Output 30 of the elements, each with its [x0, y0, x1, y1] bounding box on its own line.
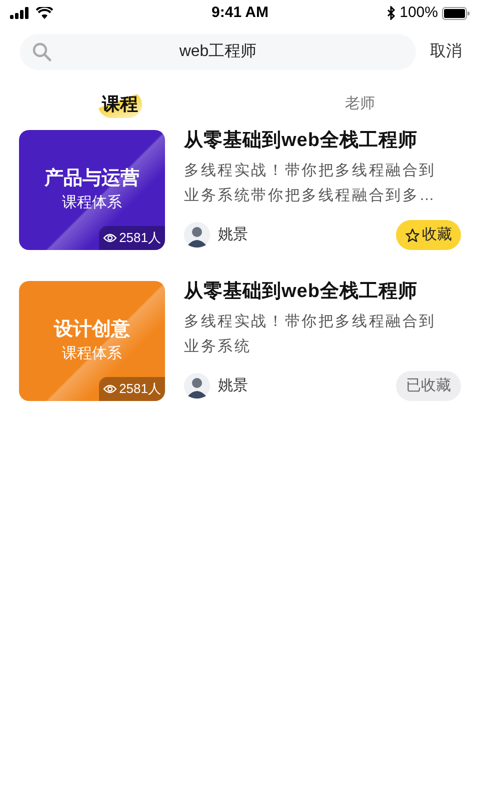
- cover-title: 产品与运营: [44, 166, 140, 191]
- cover-title: 设计创意: [54, 318, 130, 342]
- bluetooth-icon: [386, 6, 396, 20]
- course-description: 多线程实战！带你把多线程融合到 业务系统: [184, 312, 437, 357]
- course-cover[interactable]: 产品与运营 课程体系 2581人: [19, 130, 165, 250]
- avatar-icon: [184, 222, 210, 248]
- tab[interactable]: 老师: [345, 92, 375, 116]
- teacher-name: 姚景: [218, 224, 248, 245]
- view-count: 2581人: [119, 229, 161, 248]
- course-title[interactable]: 从零基础到web全栈工程师: [184, 130, 461, 152]
- status-time: 9:41 AM: [212, 2, 268, 23]
- search-field[interactable]: web工程师: [20, 34, 416, 70]
- search-icon: [32, 42, 52, 62]
- teacher-name: 姚景: [218, 376, 248, 396]
- avatar-icon: [184, 373, 210, 399]
- course-title[interactable]: 从零基础到web全栈工程师: [184, 281, 461, 303]
- course-description: 多线程实战！带你把多线程融合到 业务系统带你把多线程融合到多…: [184, 161, 437, 206]
- cover-subtitle: 课程体系: [62, 344, 122, 364]
- eye-icon: [103, 233, 118, 243]
- collect-button[interactable]: 已收藏: [396, 371, 461, 401]
- cover-subtitle: 课程体系: [62, 193, 122, 213]
- view-count: 2581人: [119, 380, 161, 398]
- course-cover[interactable]: 设计创意 课程体系 2581人: [19, 281, 165, 401]
- battery-icon: [442, 6, 470, 20]
- star-icon: [405, 228, 420, 242]
- battery-percent: 100%: [400, 2, 438, 23]
- eye-icon: [103, 384, 118, 394]
- collect-button[interactable]: 收藏: [396, 220, 461, 250]
- wifi-icon: [36, 7, 53, 19]
- cancel-button[interactable]: 取消: [430, 40, 462, 64]
